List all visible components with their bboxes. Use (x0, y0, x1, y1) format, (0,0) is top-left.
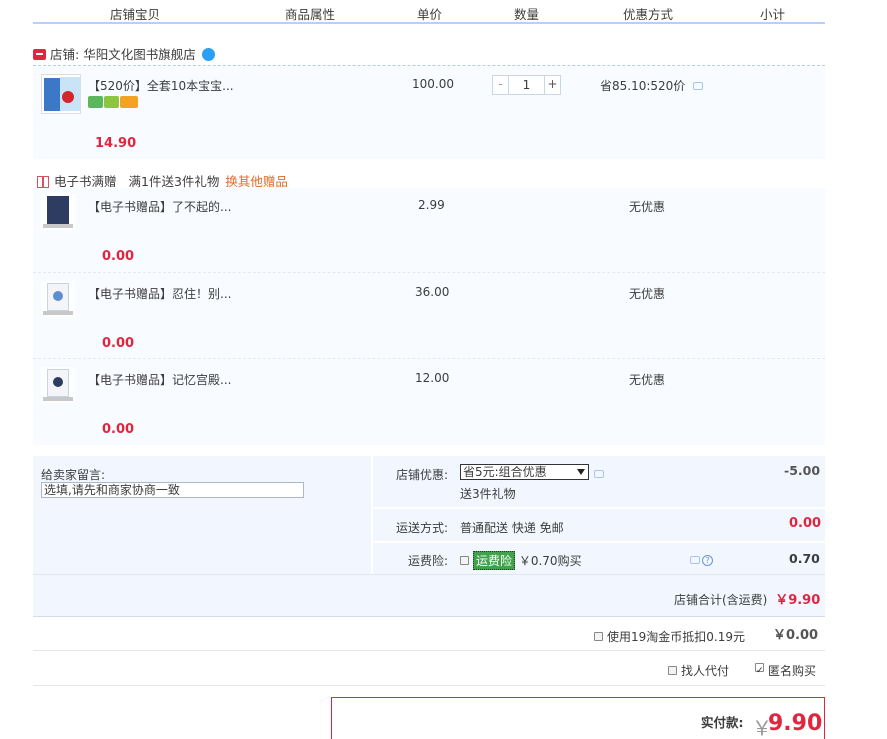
credit-card-icon (120, 96, 138, 108)
shop-discount-label: 店铺优惠: (396, 468, 449, 482)
coins-checkbox[interactable] (594, 632, 603, 641)
shop-total-value: ￥9.90 (775, 593, 821, 608)
insurance-label: 运费险: (408, 554, 449, 568)
quantity-stepper[interactable]: - 1 + (492, 75, 561, 95)
gift-title[interactable]: 【电子书赠品】记忆宫殿... (88, 371, 231, 388)
shipping-amount: 0.00 (789, 516, 822, 531)
shop-discount-select[interactable]: 省5元:组合优惠 (460, 464, 589, 480)
discount-detail-icon[interactable] (693, 82, 704, 90)
promo-title: 电子书满赠 (54, 174, 117, 189)
final-payment-box (331, 697, 825, 739)
shop-label: 店铺: (50, 47, 80, 62)
gift-subtotal: 0.00 (102, 422, 135, 437)
header-attributes: 商品属性 (285, 7, 336, 22)
quantity-input[interactable]: 1 (510, 76, 543, 94)
guarantee-icon (104, 96, 119, 108)
shop-row: 店铺: 华阳文化图书旗舰店 (33, 44, 215, 63)
header-quantity: 数量 (514, 7, 540, 22)
item-subtotal: 14.90 (95, 136, 137, 151)
proxy-pay-checkbox[interactable] (668, 666, 677, 675)
gift-icon (37, 176, 49, 188)
product-title[interactable]: 【520价】全套10本宝宝... (88, 77, 234, 94)
header-price: 单价 (417, 7, 443, 22)
gift-price: 2.99 (418, 198, 445, 212)
quantity-decrease-button[interactable]: - (493, 76, 509, 94)
header-item: 店铺宝贝 (110, 7, 161, 22)
message-input[interactable]: 选填,请先和商家协商一致 (41, 482, 304, 498)
gift-subtotal: 0.00 (102, 249, 135, 264)
discount-detail-icon[interactable] (594, 470, 604, 478)
shipping-label: 运送方式: (396, 521, 449, 535)
seven-day-return-icon (88, 96, 103, 108)
insurance-detail-icon[interactable] (690, 556, 700, 564)
shop-total-row: 店铺合计(含运费) ￥9.90 (674, 589, 820, 608)
shop-discount-selected: 省5元:组合优惠 (463, 465, 547, 479)
change-gift-link[interactable]: 换其他赠品 (225, 174, 288, 189)
gift-thumbnail[interactable] (41, 367, 75, 403)
chevron-down-icon (577, 469, 585, 475)
shop-discount-note: 送3件礼物 (460, 487, 516, 501)
anonymous-checkbox[interactable] (755, 663, 764, 672)
shipping-value: 普通配送 快递 免邮 (460, 521, 564, 535)
shop-discount-amount: -5.00 (784, 463, 821, 478)
product-thumbnail[interactable] (41, 74, 81, 114)
unit-price: 100.00 (412, 77, 454, 91)
promo-rule: 满1件送3件礼物 (128, 174, 220, 189)
discount-info: 省85.10:520价 (600, 77, 704, 94)
gift-discount: 无优惠 (629, 287, 666, 301)
gift-thumbnail[interactable] (41, 194, 75, 230)
gift-price: 12.00 (415, 371, 450, 385)
insurance-option: 运费险 ￥0.70购买 (460, 551, 582, 570)
quantity-increase-button[interactable]: + (544, 76, 560, 94)
insurance-amount: 0.70 (789, 551, 820, 566)
help-icon[interactable]: ? (702, 555, 713, 566)
message-label: 给卖家留言: (41, 468, 106, 482)
gift-subtotal: 0.00 (102, 336, 135, 351)
insurance-price: ￥0.70购买 (518, 554, 582, 568)
gift-title[interactable]: 【电子书赠品】了不起的... (88, 198, 231, 215)
final-label: 实付款: (701, 715, 744, 730)
discount-text: 省85.10:520价 (600, 79, 686, 93)
service-badges (88, 96, 139, 111)
gift-discount: 无优惠 (629, 373, 666, 387)
coins-value: ￥0.00 (773, 628, 819, 643)
proxy-pay-option: 找人代付 (668, 662, 729, 679)
gift-thumbnail[interactable] (41, 281, 75, 317)
gift-price: 36.00 (415, 285, 450, 299)
shop-total-label: 店铺合计(含运费) (674, 593, 768, 607)
anonymous-label: 匿名购买 (768, 664, 817, 678)
insurance-name[interactable]: 运费险 (473, 551, 516, 570)
insurance-checkbox[interactable] (460, 556, 469, 565)
shop-name[interactable]: 华阳文化图书旗舰店 (83, 47, 196, 62)
coins-row: 使用19淘金币抵扣0.19元 (594, 628, 745, 645)
gift-discount: 无优惠 (629, 200, 666, 214)
wangwang-chat-icon[interactable] (201, 48, 215, 61)
gift-title[interactable]: 【电子书赠品】忍住！别... (88, 285, 231, 302)
tmall-tag-icon (33, 49, 46, 60)
table-header: 店铺宝贝 商品属性 单价 数量 优惠方式 小计 (33, 0, 825, 24)
proxy-pay-label: 找人代付 (681, 664, 730, 678)
anonymous-option: 匿名购买 (755, 662, 816, 679)
coins-label: 使用19淘金币抵扣0.19元 (607, 630, 745, 644)
final-amount: 9.90 (768, 711, 823, 736)
header-discount: 优惠方式 (623, 7, 674, 22)
header-subtotal: 小计 (760, 7, 786, 22)
